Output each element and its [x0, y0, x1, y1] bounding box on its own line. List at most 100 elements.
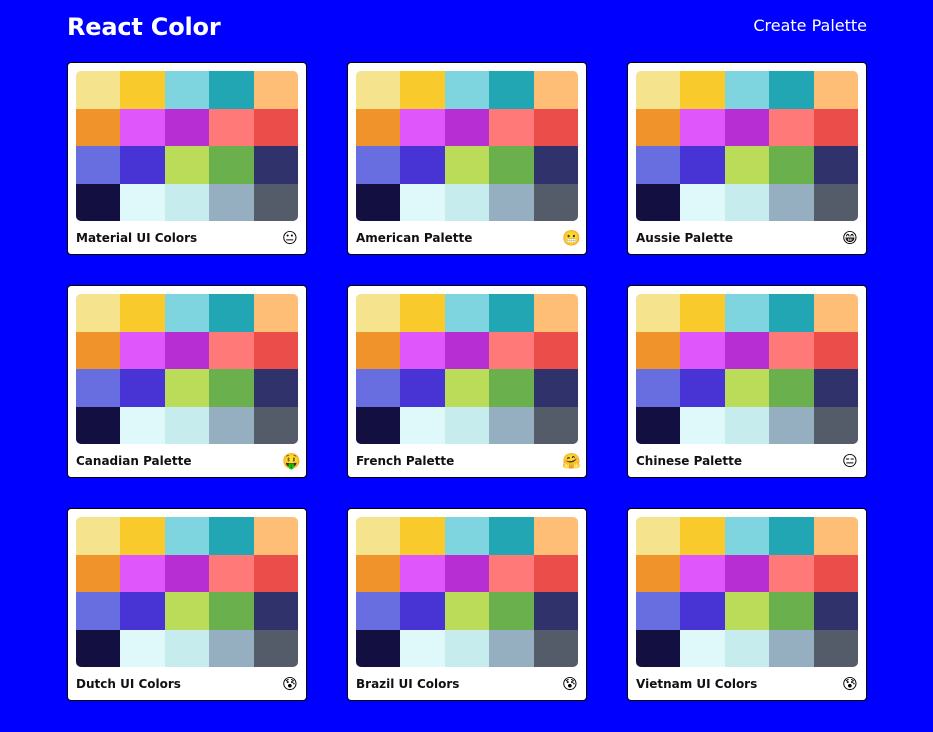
create-palette-link[interactable]: Create Palette: [753, 16, 867, 36]
palette-card[interactable]: Aussie Palette 😁: [627, 62, 867, 255]
palette-card[interactable]: Dutch UI Colors 😰: [67, 508, 307, 701]
color-swatch: [680, 183, 725, 221]
color-swatch: [164, 554, 210, 592]
palette-card[interactable]: Canadian Palette 🤑: [67, 285, 307, 478]
color-swatch: [489, 369, 534, 407]
color-swatch: [636, 592, 681, 630]
color-swatch: [724, 629, 770, 667]
color-swatch: [76, 331, 121, 369]
color-swatch: [76, 146, 121, 184]
color-swatch: [400, 592, 445, 630]
palette-card[interactable]: Vietnam UI Colors 😰: [627, 508, 867, 701]
color-swatch: [636, 331, 681, 369]
palette-name: Canadian Palette: [76, 454, 192, 468]
color-swatch: [253, 629, 298, 667]
palette-name: Dutch UI Colors: [76, 677, 181, 691]
palette-preview: [636, 294, 858, 444]
color-swatch: [209, 554, 254, 592]
color-swatch: [400, 554, 445, 592]
color-swatch: [209, 369, 254, 407]
color-swatch: [769, 369, 814, 407]
color-swatch: [253, 554, 298, 592]
color-swatch: [164, 517, 210, 555]
color-swatch: [724, 71, 770, 109]
color-swatch: [253, 294, 298, 332]
color-swatch: [209, 517, 254, 555]
color-swatch: [533, 554, 578, 592]
color-swatch: [680, 331, 725, 369]
color-swatch: [120, 294, 165, 332]
color-swatch: [209, 146, 254, 184]
color-swatch: [76, 294, 121, 332]
color-swatch: [769, 406, 814, 444]
color-swatch: [356, 369, 401, 407]
color-swatch: [813, 71, 858, 109]
color-swatch: [813, 331, 858, 369]
color-swatch: [680, 406, 725, 444]
color-swatch: [489, 331, 534, 369]
palette-emoji-icon: 😰: [842, 675, 858, 693]
color-swatch: [489, 108, 534, 146]
color-swatch: [636, 406, 681, 444]
color-swatch: [724, 146, 770, 184]
color-swatch: [680, 554, 725, 592]
color-swatch: [356, 331, 401, 369]
color-swatch: [400, 108, 445, 146]
color-swatch: [724, 554, 770, 592]
color-swatch: [636, 183, 681, 221]
color-swatch: [636, 146, 681, 184]
color-swatch: [489, 517, 534, 555]
color-swatch: [489, 629, 534, 667]
color-swatch: [164, 71, 210, 109]
palette-card[interactable]: Chinese Palette 😑: [627, 285, 867, 478]
color-swatch: [813, 554, 858, 592]
color-swatch: [120, 71, 165, 109]
palette-name: American Palette: [356, 231, 473, 245]
color-swatch: [120, 183, 165, 221]
palette-emoji-icon: 😁: [842, 229, 858, 247]
color-swatch: [356, 517, 401, 555]
color-swatch: [489, 554, 534, 592]
color-swatch: [76, 406, 121, 444]
palette-emoji-icon: 😐: [282, 229, 298, 247]
color-swatch: [533, 146, 578, 184]
palette-card-footer: Aussie Palette 😁: [636, 221, 858, 255]
color-swatch: [253, 146, 298, 184]
color-swatch: [444, 108, 490, 146]
color-swatch: [533, 108, 578, 146]
palette-card[interactable]: American Palette 😬: [347, 62, 587, 255]
color-swatch: [489, 146, 534, 184]
page: React Color Create Palette Material UI C…: [0, 0, 933, 732]
palette-card[interactable]: Brazil UI Colors 😰: [347, 508, 587, 701]
color-swatch: [356, 108, 401, 146]
color-swatch: [400, 71, 445, 109]
palette-preview: [356, 71, 578, 221]
color-swatch: [680, 294, 725, 332]
color-swatch: [76, 554, 121, 592]
color-swatch: [164, 592, 210, 630]
color-swatch: [636, 369, 681, 407]
palette-card[interactable]: Material UI Colors 😐: [67, 62, 307, 255]
color-swatch: [444, 369, 490, 407]
palette-name: French Palette: [356, 454, 455, 468]
color-swatch: [769, 331, 814, 369]
color-swatch: [120, 146, 165, 184]
color-swatch: [356, 146, 401, 184]
palette-name: Chinese Palette: [636, 454, 743, 468]
palette-card-footer: Canadian Palette 🤑: [76, 444, 301, 478]
color-swatch: [724, 592, 770, 630]
color-swatch: [209, 406, 254, 444]
color-swatch: [76, 629, 121, 667]
color-swatch: [400, 406, 445, 444]
color-swatch: [120, 108, 165, 146]
color-swatch: [680, 71, 725, 109]
color-swatch: [636, 517, 681, 555]
color-swatch: [769, 517, 814, 555]
color-swatch: [209, 294, 254, 332]
color-swatch: [813, 183, 858, 221]
color-swatch: [356, 183, 401, 221]
color-swatch: [164, 183, 210, 221]
palette-card[interactable]: French Palette 🤗: [347, 285, 587, 478]
color-swatch: [769, 554, 814, 592]
color-swatch: [120, 369, 165, 407]
